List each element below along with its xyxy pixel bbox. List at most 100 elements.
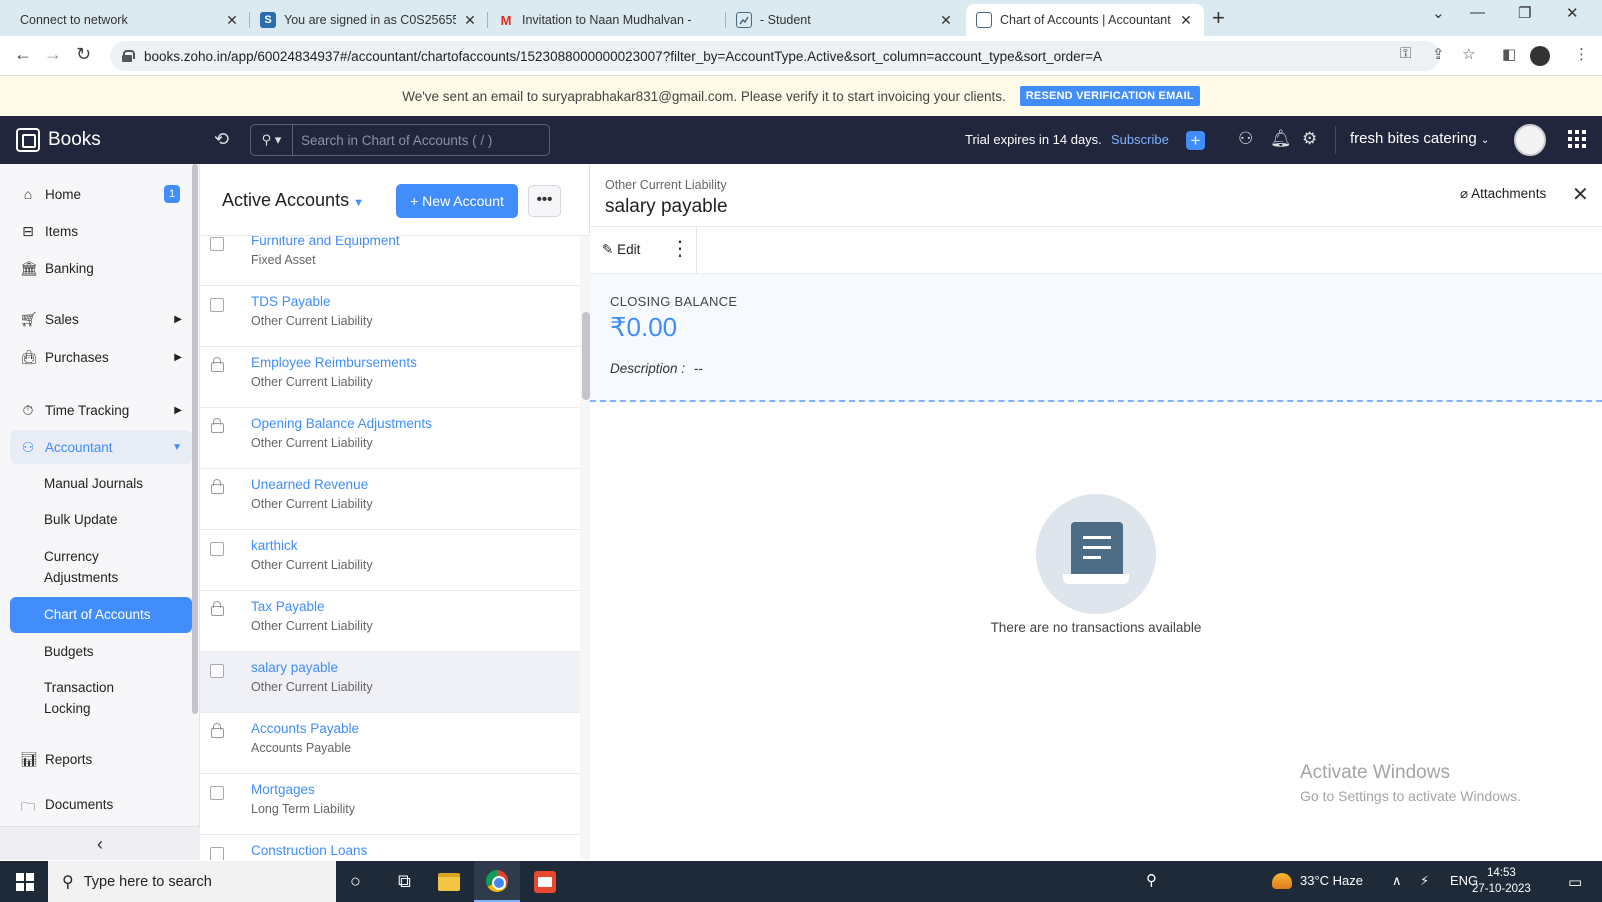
close-icon[interactable]: ✕: [1178, 12, 1194, 29]
account-row[interactable]: Unearned Revenue Other Current Liability: [200, 469, 580, 530]
network-icon[interactable]: ⚡︎: [1420, 873, 1429, 889]
share-icon[interactable]: ⇪: [1432, 45, 1445, 63]
search-icon[interactable]: ⚲ ▾: [251, 125, 293, 155]
account-name-link[interactable]: Unearned Revenue: [251, 477, 368, 492]
account-row[interactable]: TDS Payable Other Current Liability: [200, 286, 580, 347]
more-actions-icon[interactable]: ⋮: [670, 237, 690, 261]
sidebar-sub-budgets[interactable]: Budgets: [44, 641, 94, 662]
weather-text[interactable]: 33°C Haze: [1300, 873, 1363, 888]
account-row[interactable]: Opening Balance Adjustments Other Current…: [200, 408, 580, 469]
account-name-link[interactable]: Accounts Payable: [251, 721, 359, 736]
star-icon[interactable]: ☆: [1462, 45, 1475, 63]
resend-verification-button[interactable]: RESEND VERIFICATION EMAIL: [1019, 86, 1200, 106]
account-name-link[interactable]: Employee Reimbursements: [251, 355, 417, 370]
apps-grid-icon[interactable]: [1568, 130, 1586, 148]
row-checkbox[interactable]: [210, 786, 224, 800]
view-filter-dropdown[interactable]: Active Accounts ▼: [222, 190, 364, 211]
row-checkbox[interactable]: [210, 847, 224, 860]
row-checkbox[interactable]: [210, 664, 224, 678]
account-name-link[interactable]: karthick: [251, 538, 298, 553]
close-icon[interactable]: ✕: [224, 12, 240, 29]
account-row[interactable]: karthick Other Current Liability: [200, 530, 580, 591]
edit-button[interactable]: ✎ Edit: [602, 242, 640, 258]
sidebar-sub-manual-journals[interactable]: Manual Journals: [44, 473, 143, 494]
more-options-button[interactable]: •••: [528, 185, 561, 217]
people-icon[interactable]: ⚲: [1146, 871, 1157, 889]
sidebar-sub-transaction-locking[interactable]: Transaction Locking: [44, 677, 114, 719]
kebab-menu-icon[interactable]: ⋮: [1574, 45, 1589, 63]
forward-icon[interactable]: →: [44, 44, 62, 65]
url-bar[interactable]: books.zoho.in/app/60024834937#/accountan…: [110, 41, 1440, 71]
clock[interactable]: 14:53 27-10-2023: [1472, 865, 1531, 897]
sidebar-item-items[interactable]: ⊟ Items: [10, 217, 192, 245]
row-checkbox[interactable]: [210, 237, 224, 251]
sidebar-sub-bulk-update[interactable]: Bulk Update: [44, 509, 118, 530]
taskbar-search[interactable]: ⚲ Type here to search: [48, 861, 336, 902]
reload-icon[interactable]: ↻: [76, 44, 91, 65]
chevron-up-icon[interactable]: ∧: [1392, 873, 1402, 889]
account-row[interactable]: salary payable Other Current Liability: [200, 652, 580, 713]
gear-icon[interactable]: ⚙: [1302, 129, 1317, 149]
account-name-link[interactable]: Construction Loans: [251, 843, 367, 858]
sidebar-sub-currency-adjustments[interactable]: Currency Adjustments: [44, 546, 118, 588]
close-icon[interactable]: ✕: [938, 12, 954, 29]
notification-icon[interactable]: ▭: [1568, 873, 1582, 891]
profile-avatar[interactable]: [1530, 46, 1550, 66]
account-row[interactable]: Construction Loans: [200, 835, 580, 860]
bell-icon[interactable]: 🔔︎: [1270, 129, 1292, 149]
key-icon[interactable]: ⚿: [1400, 45, 1411, 62]
account-row[interactable]: Employee Reimbursements Other Current Lia…: [200, 347, 580, 408]
account-name-link[interactable]: Furniture and Equipment: [251, 236, 400, 248]
lock-icon[interactable]: [122, 50, 135, 62]
search-input[interactable]: Search in Chart of Accounts ( / ): [293, 133, 492, 148]
account-row[interactable]: Mortgages Long Term Liability: [200, 774, 580, 835]
row-checkbox[interactable]: [210, 298, 224, 312]
users-icon[interactable]: ⚇: [1238, 129, 1253, 149]
sidebar-sub-chart-of-accounts[interactable]: Chart of Accounts: [10, 597, 192, 633]
account-row[interactable]: Tax Payable Other Current Liability: [200, 591, 580, 652]
minimize-icon[interactable]: —: [1470, 4, 1485, 21]
windows-start-icon[interactable]: [16, 873, 34, 891]
new-account-button[interactable]: + New Account: [396, 184, 518, 218]
file-explorer-app[interactable]: [426, 861, 472, 902]
sidebar-item-purchases[interactable]: 👜︎ Purchases ▶: [10, 343, 192, 371]
close-icon[interactable]: ✕: [1572, 182, 1589, 207]
row-checkbox[interactable]: [210, 542, 224, 556]
list-scrollbar[interactable]: [582, 312, 590, 400]
weather-icon[interactable]: [1272, 873, 1292, 889]
browser-tab[interactable]: Connect to network ✕: [0, 4, 250, 36]
browser-tab[interactable]: - Student ✕: [726, 4, 964, 36]
sidebar-item-reports[interactable]: 📊︎ Reports: [10, 745, 192, 773]
task-view-icon[interactable]: ⧉: [398, 871, 411, 892]
collapse-sidebar-button[interactable]: ‹: [0, 826, 200, 860]
account-name-link[interactable]: salary payable: [251, 660, 338, 675]
browser-tab-active[interactable]: Chart of Accounts | Accountant | ✕: [966, 4, 1204, 36]
account-row[interactable]: Accounts Payable Accounts Payable: [200, 713, 580, 774]
sidebar-item-sales[interactable]: 🛒︎ Sales ▶: [10, 305, 192, 333]
browser-tab[interactable]: M Invitation to Naan Mudhalvan -: [488, 4, 726, 36]
browser-tab[interactable]: S You are signed in as C0S25655 ✕: [250, 4, 488, 36]
search-box[interactable]: ⚲ ▾ Search in Chart of Accounts ( / ): [250, 124, 550, 156]
sidebar-item-time-tracking[interactable]: ⏱︎ Time Tracking ▶: [10, 396, 192, 424]
attachments-button[interactable]: ⌀ Attachments: [1460, 186, 1546, 202]
back-icon[interactable]: ←: [14, 44, 32, 65]
brand[interactable]: Books: [16, 128, 101, 152]
sidebar-item-home[interactable]: ⌂ Home 1: [10, 180, 192, 208]
chrome-app[interactable]: [474, 861, 520, 902]
window-close-icon[interactable]: ✕: [1566, 4, 1579, 22]
tab-search-icon[interactable]: ⌄: [1432, 4, 1445, 22]
subscribe-link[interactable]: Subscribe: [1111, 132, 1169, 147]
cortana-icon[interactable]: ○: [350, 871, 361, 892]
account-name-link[interactable]: TDS Payable: [251, 294, 331, 309]
sidebar-item-banking[interactable]: 🏛︎ Banking: [10, 254, 192, 282]
recent-history-icon[interactable]: ⟲: [214, 129, 229, 150]
close-icon[interactable]: ✕: [462, 12, 478, 29]
account-name-link[interactable]: Mortgages: [251, 782, 315, 797]
sidebar-item-accountant[interactable]: ⚇ Accountant ▼: [10, 430, 192, 464]
account-row[interactable]: Furniture and Equipment Fixed Asset: [200, 236, 580, 286]
organization-switcher[interactable]: fresh bites catering ⌄: [1350, 130, 1489, 147]
user-avatar[interactable]: [1514, 124, 1546, 156]
sidebar-scrollbar[interactable]: [192, 164, 198, 714]
account-name-link[interactable]: Tax Payable: [251, 599, 325, 614]
pinned-app[interactable]: [522, 861, 568, 902]
